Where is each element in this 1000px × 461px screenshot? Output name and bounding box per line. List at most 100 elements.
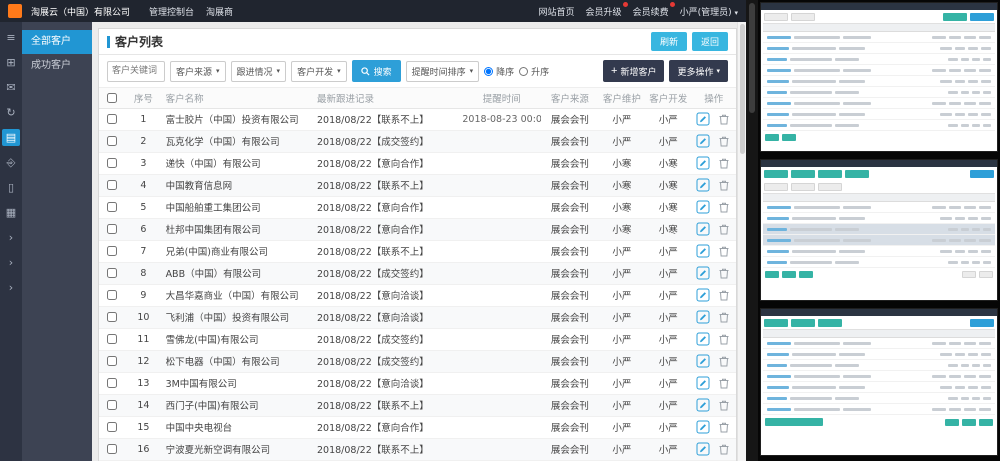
header-customer-source[interactable]: 客户来源 [541, 88, 599, 108]
page-scrollbar[interactable] [737, 22, 746, 461]
delete-icon[interactable] [717, 134, 731, 148]
topbar-link-upgrade[interactable]: 会员升级 [586, 5, 622, 18]
back-button[interactable]: 返回 [692, 32, 728, 51]
table-row[interactable]: 7 兄弟(中国)商业有限公司 2018/08/22【联系不上】 展会会刊 小严 … [99, 240, 736, 262]
row-checkbox[interactable] [107, 268, 117, 278]
table-row[interactable]: 9 大昌华嘉商业（中国）有限公司 2018/08/22【意向洽谈】 展会会刊 小… [99, 284, 736, 306]
search-button[interactable]: 搜索 [352, 60, 401, 82]
sort-asc-radio[interactable]: 升序 [519, 65, 549, 78]
edit-icon[interactable] [696, 310, 710, 324]
app-logo-icon[interactable] [8, 4, 22, 18]
edit-icon[interactable] [696, 244, 710, 258]
edit-icon[interactable] [696, 288, 710, 302]
delete-icon[interactable] [717, 310, 731, 324]
topbar-link-renew[interactable]: 会员续费 [633, 5, 669, 18]
delete-icon[interactable] [717, 244, 731, 258]
edit-icon[interactable] [696, 376, 710, 390]
delete-icon[interactable] [717, 200, 731, 214]
table-row[interactable]: 15 中国中央电视台 2018/08/22【意向合作】 展会会刊 小严 小严 [99, 416, 736, 438]
row-checkbox[interactable] [107, 246, 117, 256]
table-row[interactable]: 16 宁波夏光新空调有限公司 2018/08/22【联系不上】 展会会刊 小严 … [99, 438, 736, 460]
sidebar-item-success-customers[interactable]: 成功客户 [22, 54, 92, 78]
delete-icon[interactable] [717, 354, 731, 368]
sort-desc-radio[interactable]: 降序 [484, 65, 514, 78]
table-row[interactable]: 8 ABB（中国）有限公司 2018/08/22【成交签约】 展会会刊 小严 小… [99, 262, 736, 284]
edit-icon[interactable] [696, 178, 710, 192]
row-checkbox[interactable] [107, 290, 117, 300]
delete-icon[interactable] [717, 288, 731, 302]
header-index[interactable]: 序号 [125, 88, 161, 108]
row-checkbox[interactable] [107, 422, 117, 432]
table-row[interactable]: 3 递快（中国）有限公司 2018/08/22【意向合作】 展会会刊 小寒 小寒 [99, 152, 736, 174]
refresh-icon[interactable]: ↻ [2, 104, 20, 121]
remind-sort-select[interactable]: 提醒时间排序▾ [406, 61, 480, 82]
add-customer-button[interactable]: +新增客户 [603, 60, 664, 82]
edit-icon[interactable] [696, 156, 710, 170]
topbar-menu-console[interactable]: 管理控制台 [149, 5, 194, 18]
modules-icon[interactable]: ⊞ [2, 54, 20, 71]
edit-icon[interactable] [696, 354, 710, 368]
delete-icon[interactable] [717, 398, 731, 412]
table-row[interactable]: 6 杜邦中国集团有限公司 2018/08/22【意向合作】 展会会刊 小寒 小寒 [99, 218, 736, 240]
table-row[interactable]: 12 松下电器（中国）有限公司 2018/08/22【成交签约】 展会会刊 小严… [99, 350, 736, 372]
source-select[interactable]: 客户来源▾ [170, 61, 226, 82]
row-checkbox[interactable] [107, 224, 117, 234]
edit-icon[interactable] [696, 332, 710, 346]
row-checkbox[interactable] [107, 114, 117, 124]
delete-icon[interactable] [717, 266, 731, 280]
edit-icon[interactable] [696, 134, 710, 148]
delete-icon[interactable] [717, 332, 731, 346]
grid-icon[interactable]: ▦ [2, 204, 20, 221]
edit-icon[interactable] [696, 266, 710, 280]
edit-icon[interactable] [696, 398, 710, 412]
table-row[interactable]: 10 飞利浦（中国）投资有限公司 2018/08/22【意向洽谈】 展会会刊 小… [99, 306, 736, 328]
row-checkbox[interactable] [107, 444, 117, 454]
topbar-menu-taozhanshang[interactable]: 淘展商 [206, 5, 233, 18]
delete-icon[interactable] [717, 442, 731, 456]
refresh-button[interactable]: 刷新 [651, 32, 687, 51]
table-row[interactable]: 4 中国教育信息网 2018/08/22【联系不上】 展会会刊 小寒 小寒 [99, 174, 736, 196]
customer-list-icon[interactable]: ▤ [2, 129, 20, 146]
edit-icon[interactable] [696, 222, 710, 236]
delete-icon[interactable] [717, 222, 731, 236]
row-checkbox[interactable] [107, 378, 117, 388]
chevron-1-icon[interactable]: › [2, 229, 20, 246]
delete-icon[interactable] [717, 178, 731, 192]
page-scrollbar-thumb[interactable] [740, 24, 745, 154]
edit-icon[interactable] [696, 200, 710, 214]
more-actions-button[interactable]: 更多操作▾ [669, 60, 728, 82]
keyword-input[interactable] [107, 61, 165, 82]
row-checkbox[interactable] [107, 334, 117, 344]
develop-select[interactable]: 客户开发▾ [291, 61, 347, 82]
outer-scrollbar-thumb[interactable] [749, 3, 755, 113]
topbar-link-home[interactable]: 网站首页 [539, 5, 575, 18]
sort-asc-radio-input[interactable] [519, 67, 528, 76]
sidebar-item-all-customers[interactable]: 全部客户 [22, 30, 92, 54]
header-followup-record[interactable]: 最新跟进记录 [313, 88, 462, 108]
header-customer-name[interactable]: 客户名称 [162, 88, 313, 108]
delete-icon[interactable] [717, 420, 731, 434]
table-row[interactable]: 14 西门子(中国)有限公司 2018/08/22【联系不上】 展会会刊 小严 … [99, 394, 736, 416]
header-customer-keeper[interactable]: 客户维护 [599, 88, 645, 108]
row-checkbox[interactable] [107, 202, 117, 212]
message-icon[interactable]: ✉ [2, 79, 20, 96]
row-checkbox[interactable] [107, 158, 117, 168]
delete-icon[interactable] [717, 156, 731, 170]
table-row[interactable]: 2 瓦克化学（中国）有限公司 2018/08/22【成交签约】 展会会刊 小严 … [99, 130, 736, 152]
chevron-2-icon[interactable]: › [2, 254, 20, 271]
header-customer-developer[interactable]: 客户开发 [645, 88, 691, 108]
edit-icon[interactable] [696, 112, 710, 126]
row-checkbox[interactable] [107, 136, 117, 146]
row-checkbox[interactable] [107, 312, 117, 322]
delete-icon[interactable] [717, 376, 731, 390]
row-checkbox[interactable] [107, 180, 117, 190]
table-row[interactable]: 13 3M中国有限公司 2018/08/22【意向洽谈】 展会会刊 小严 小严 [99, 372, 736, 394]
export-icon[interactable]: ⎆ [2, 154, 20, 171]
trash-icon[interactable]: ▯ [2, 179, 20, 196]
edit-icon[interactable] [696, 420, 710, 434]
edit-icon[interactable] [696, 442, 710, 456]
row-checkbox[interactable] [107, 400, 117, 410]
select-all-checkbox[interactable] [107, 93, 117, 103]
follow-select[interactable]: 跟进情况▾ [231, 61, 287, 82]
sort-desc-radio-input[interactable] [484, 67, 493, 76]
